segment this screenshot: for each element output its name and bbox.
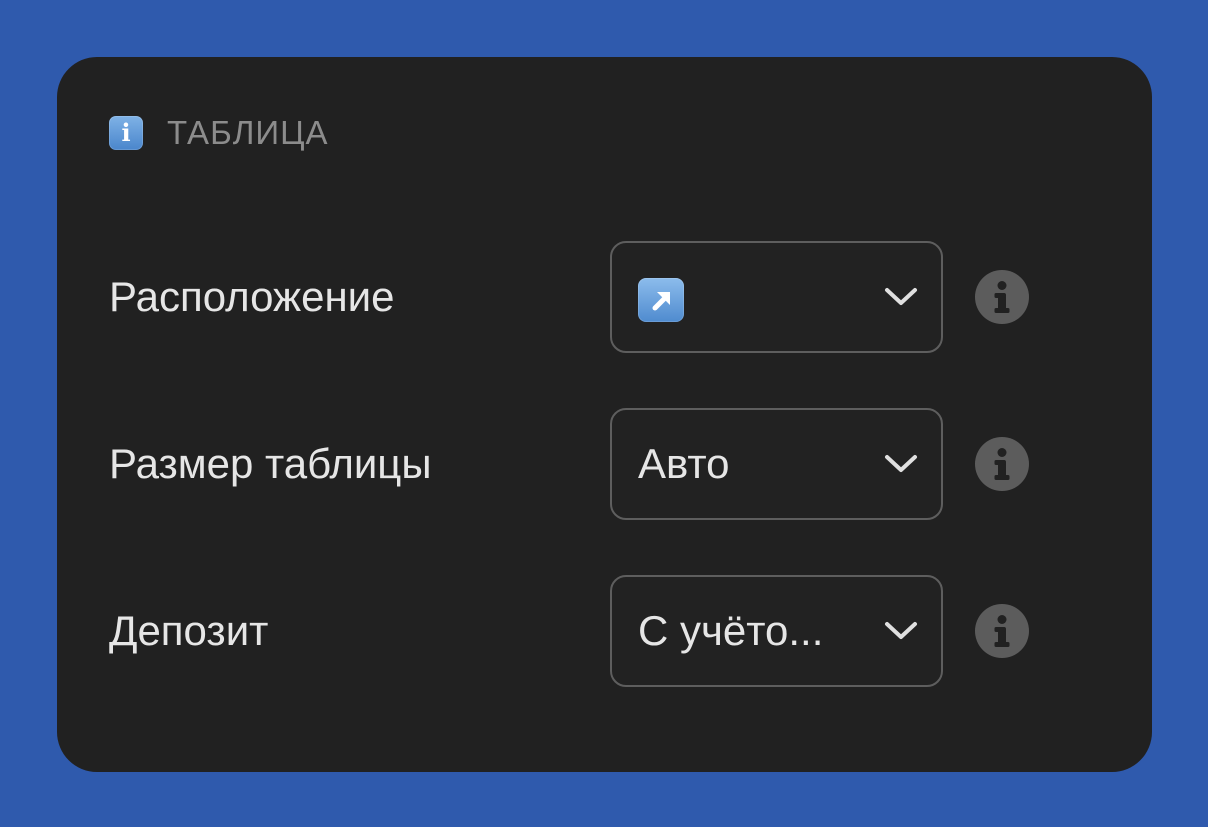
settings-panel: i ТАБЛИЦА Расположение Размер таблицы Ав… (57, 57, 1152, 772)
deposit-info-icon[interactable] (975, 604, 1029, 658)
table-size-select[interactable]: Авто (610, 408, 943, 520)
table-size-info-icon[interactable] (975, 437, 1029, 491)
section-header: i ТАБЛИЦА (109, 114, 329, 151)
setting-row-deposit: Депозит С учёто... (57, 575, 1152, 687)
table-size-label: Размер таблицы (109, 440, 432, 487)
deposit-label: Депозит (109, 607, 269, 654)
chevron-down-icon (885, 288, 917, 305)
setting-row-position: Расположение (57, 241, 1152, 353)
section-title: ТАБЛИЦА (167, 114, 329, 151)
chevron-down-icon (885, 455, 917, 472)
deposit-select-value: С учёто... (638, 607, 824, 654)
position-info-icon[interactable] (975, 270, 1029, 324)
table-size-select-value: Авто (638, 440, 730, 487)
position-select[interactable] (610, 241, 943, 353)
deposit-select[interactable]: С учёто... (610, 575, 943, 687)
up-right-arrow-emoji-icon (638, 278, 684, 322)
position-label: Расположение (109, 273, 395, 320)
setting-row-table-size: Размер таблицы Авто (57, 408, 1152, 520)
information-emoji-icon: i (109, 116, 143, 150)
chevron-down-icon (885, 622, 917, 639)
